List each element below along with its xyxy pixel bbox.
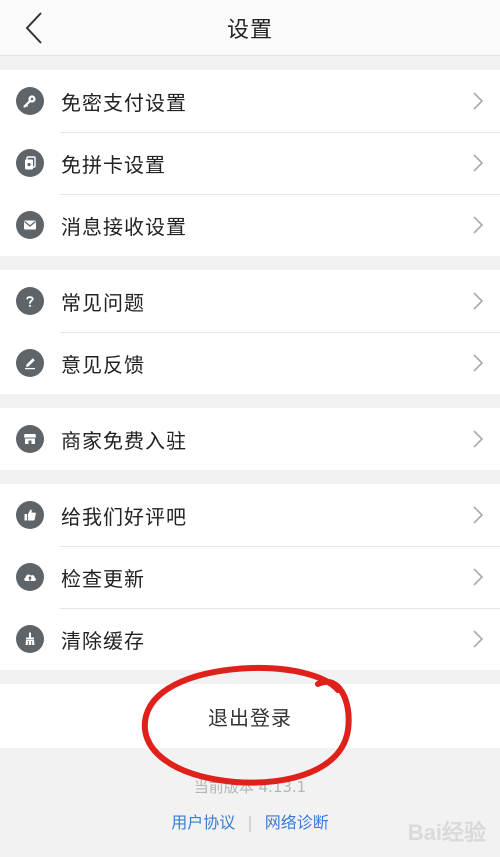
chevron-right-icon (473, 630, 484, 648)
settings-item-label: 免拼卡设置 (61, 152, 166, 177)
back-button[interactable] (14, 8, 54, 48)
settings-item-merchant-join[interactable]: 商家免费入驻 (0, 408, 500, 470)
chevron-right-icon (473, 92, 484, 110)
settings-item-faq[interactable]: 常见问题 (0, 270, 500, 332)
settings-item-feedback[interactable]: 意见反馈 (0, 332, 500, 394)
settings-group-merchant: 商家免费入驻 (0, 408, 500, 470)
question-icon (16, 287, 44, 315)
settings-group-app: 给我们好评吧 检查更新 清除缓存 (0, 484, 500, 670)
cloud-upload-icon (16, 563, 44, 591)
link-separator: | (247, 813, 253, 832)
settings-item-check-update[interactable]: 检查更新 (0, 546, 500, 608)
settings-item-label: 意见反馈 (61, 352, 145, 377)
logout-label: 退出登录 (208, 705, 292, 730)
store-icon (16, 425, 44, 453)
settings-item-clear-cache[interactable]: 清除缓存 (0, 608, 500, 670)
network-diagnosis-link[interactable]: 网络诊断 (265, 813, 329, 832)
settings-item-label: 免密支付设置 (61, 90, 187, 115)
card-icon (16, 149, 44, 177)
page-title: 设置 (226, 17, 273, 43)
chevron-right-icon (473, 154, 484, 172)
broom-icon (16, 625, 44, 653)
settings-item-group-card[interactable]: 免拼卡设置 (0, 132, 500, 194)
settings-item-label: 消息接收设置 (61, 214, 187, 239)
key-icon (16, 87, 44, 115)
settings-item-message-receive[interactable]: 消息接收设置 (0, 194, 500, 256)
chevron-right-icon (473, 216, 484, 234)
top-bar: 设置 (0, 0, 500, 56)
pencil-icon (16, 349, 44, 377)
chevron-right-icon (473, 292, 484, 310)
watermark-logo: Bai经验 (407, 820, 486, 845)
chevron-right-icon (473, 506, 484, 524)
settings-group-help: 常见问题 意见反馈 (0, 270, 500, 394)
version-text: 当前版本 4.13.1 (193, 778, 307, 796)
user-agreement-link[interactable]: 用户协议 (171, 813, 235, 832)
settings-item-rate-us[interactable]: 给我们好评吧 (0, 484, 500, 546)
settings-item-label: 商家免费入驻 (61, 428, 187, 453)
settings-group-payment: 免密支付设置 免拼卡设置 消息接收设置 (0, 70, 500, 256)
settings-item-label: 清除缓存 (61, 628, 145, 653)
logout-button[interactable]: 退出登录 (0, 684, 500, 748)
mail-icon (16, 211, 44, 239)
chevron-right-icon (473, 568, 484, 586)
thumbs-up-icon (16, 501, 44, 529)
chevron-right-icon (473, 354, 484, 372)
chevron-left-icon (25, 12, 42, 44)
chevron-right-icon (473, 430, 484, 448)
settings-item-label: 给我们好评吧 (61, 504, 187, 529)
settings-item-password-free-pay[interactable]: 免密支付设置 (0, 70, 500, 132)
settings-item-label: 常见问题 (61, 290, 145, 315)
settings-item-label: 检查更新 (61, 566, 145, 591)
